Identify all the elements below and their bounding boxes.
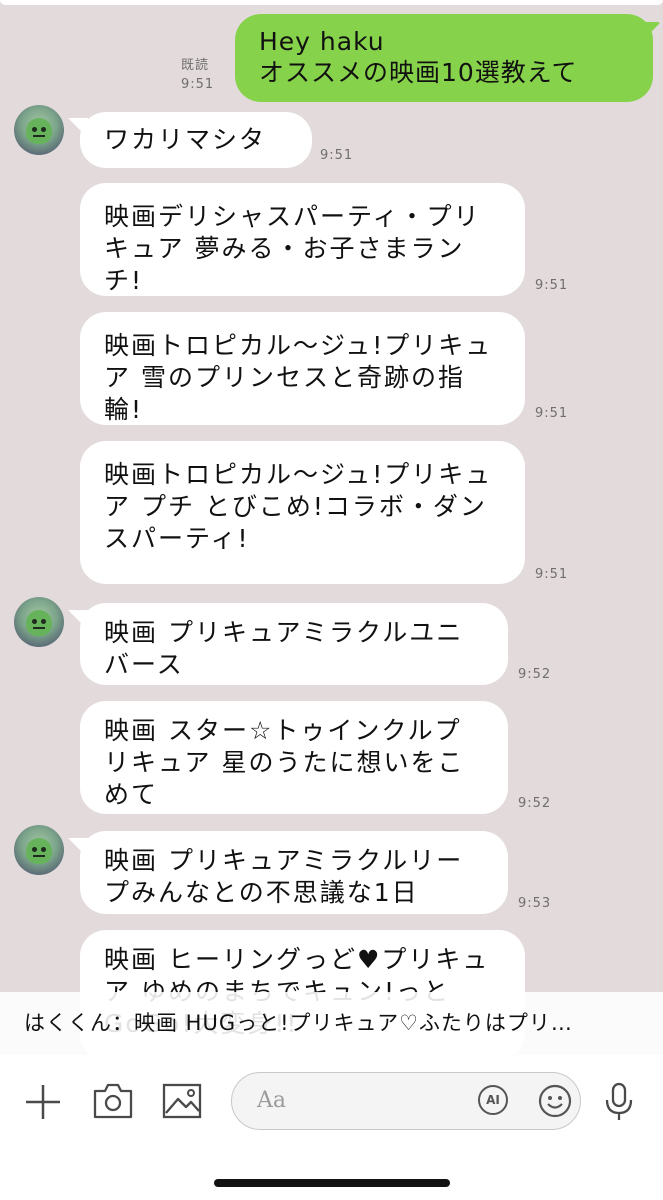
image-icon[interactable]: [162, 1083, 202, 1123]
avatar-character: [26, 118, 52, 144]
microphone-icon[interactable]: [604, 1082, 634, 1126]
avatar[interactable]: [14, 825, 64, 875]
received-message[interactable]: 映画 スター☆トゥインクルプリキュア 星のうたに想いをこめて: [80, 701, 508, 814]
message-time: 9:51: [535, 278, 569, 293]
input-placeholder: Aa: [257, 1088, 287, 1113]
read-receipt: 既読: [181, 58, 210, 73]
received-message[interactable]: ワカリマシタ: [80, 112, 312, 168]
avatar[interactable]: [14, 105, 64, 155]
sent-message[interactable]: Hey haku オススメの映画10選教えて: [235, 14, 661, 102]
emoji-icon[interactable]: [538, 1084, 572, 1122]
sent-text-line-2: オススメの映画10選教えて: [259, 58, 578, 87]
ai-icon-label: AI: [486, 1093, 500, 1107]
message-time: 9:53: [518, 896, 552, 911]
camera-icon[interactable]: [92, 1082, 134, 1124]
plus-icon[interactable]: [24, 1083, 62, 1125]
avatar-character: [26, 838, 52, 864]
sent-text-line-1: Hey haku: [259, 27, 385, 56]
home-indicator[interactable]: [214, 1179, 450, 1187]
message-time: 9:52: [518, 667, 552, 682]
message-time: 9:51: [320, 148, 354, 163]
message-time: 9:52: [518, 796, 552, 811]
received-message[interactable]: 映画デリシャスパーティ・プリキュア 夢みる・お子さまランチ!: [80, 183, 525, 296]
message-input[interactable]: Aa AI: [231, 1072, 581, 1130]
avatar-character: [26, 610, 52, 636]
received-message[interactable]: 映画トロピカル〜ジュ!プリキュア 雪のプリンセスと奇跡の指輪!: [80, 312, 525, 425]
received-message[interactable]: 映画 プリキュアミラクルリープみんなとの不思議な1日: [80, 831, 508, 914]
message-time: 9:51: [535, 406, 569, 421]
new-message-notification[interactable]: はくくん：映画 HUGっと!プリキュア♡ふたりはプリ…: [0, 992, 663, 1055]
previous-message-edge: [0, 0, 663, 5]
message-time: 9:51: [535, 567, 569, 582]
avatar[interactable]: [14, 597, 64, 647]
sent-time: 9:51: [181, 77, 215, 92]
sent-bubble[interactable]: Hey haku オススメの映画10選教えて: [235, 14, 653, 102]
received-message[interactable]: 映画 プリキュアミラクルユニバース: [80, 603, 508, 685]
received-message[interactable]: 映画トロピカル〜ジュ!プリキュア プチ とびこめ!コラボ・ダンスパーティ!: [80, 441, 525, 584]
ai-icon[interactable]: AI: [478, 1085, 508, 1115]
chat-area[interactable]: Hey haku オススメの映画10選教えて 既読 9:51 ワカリマシタ 9:…: [0, 0, 663, 1055]
